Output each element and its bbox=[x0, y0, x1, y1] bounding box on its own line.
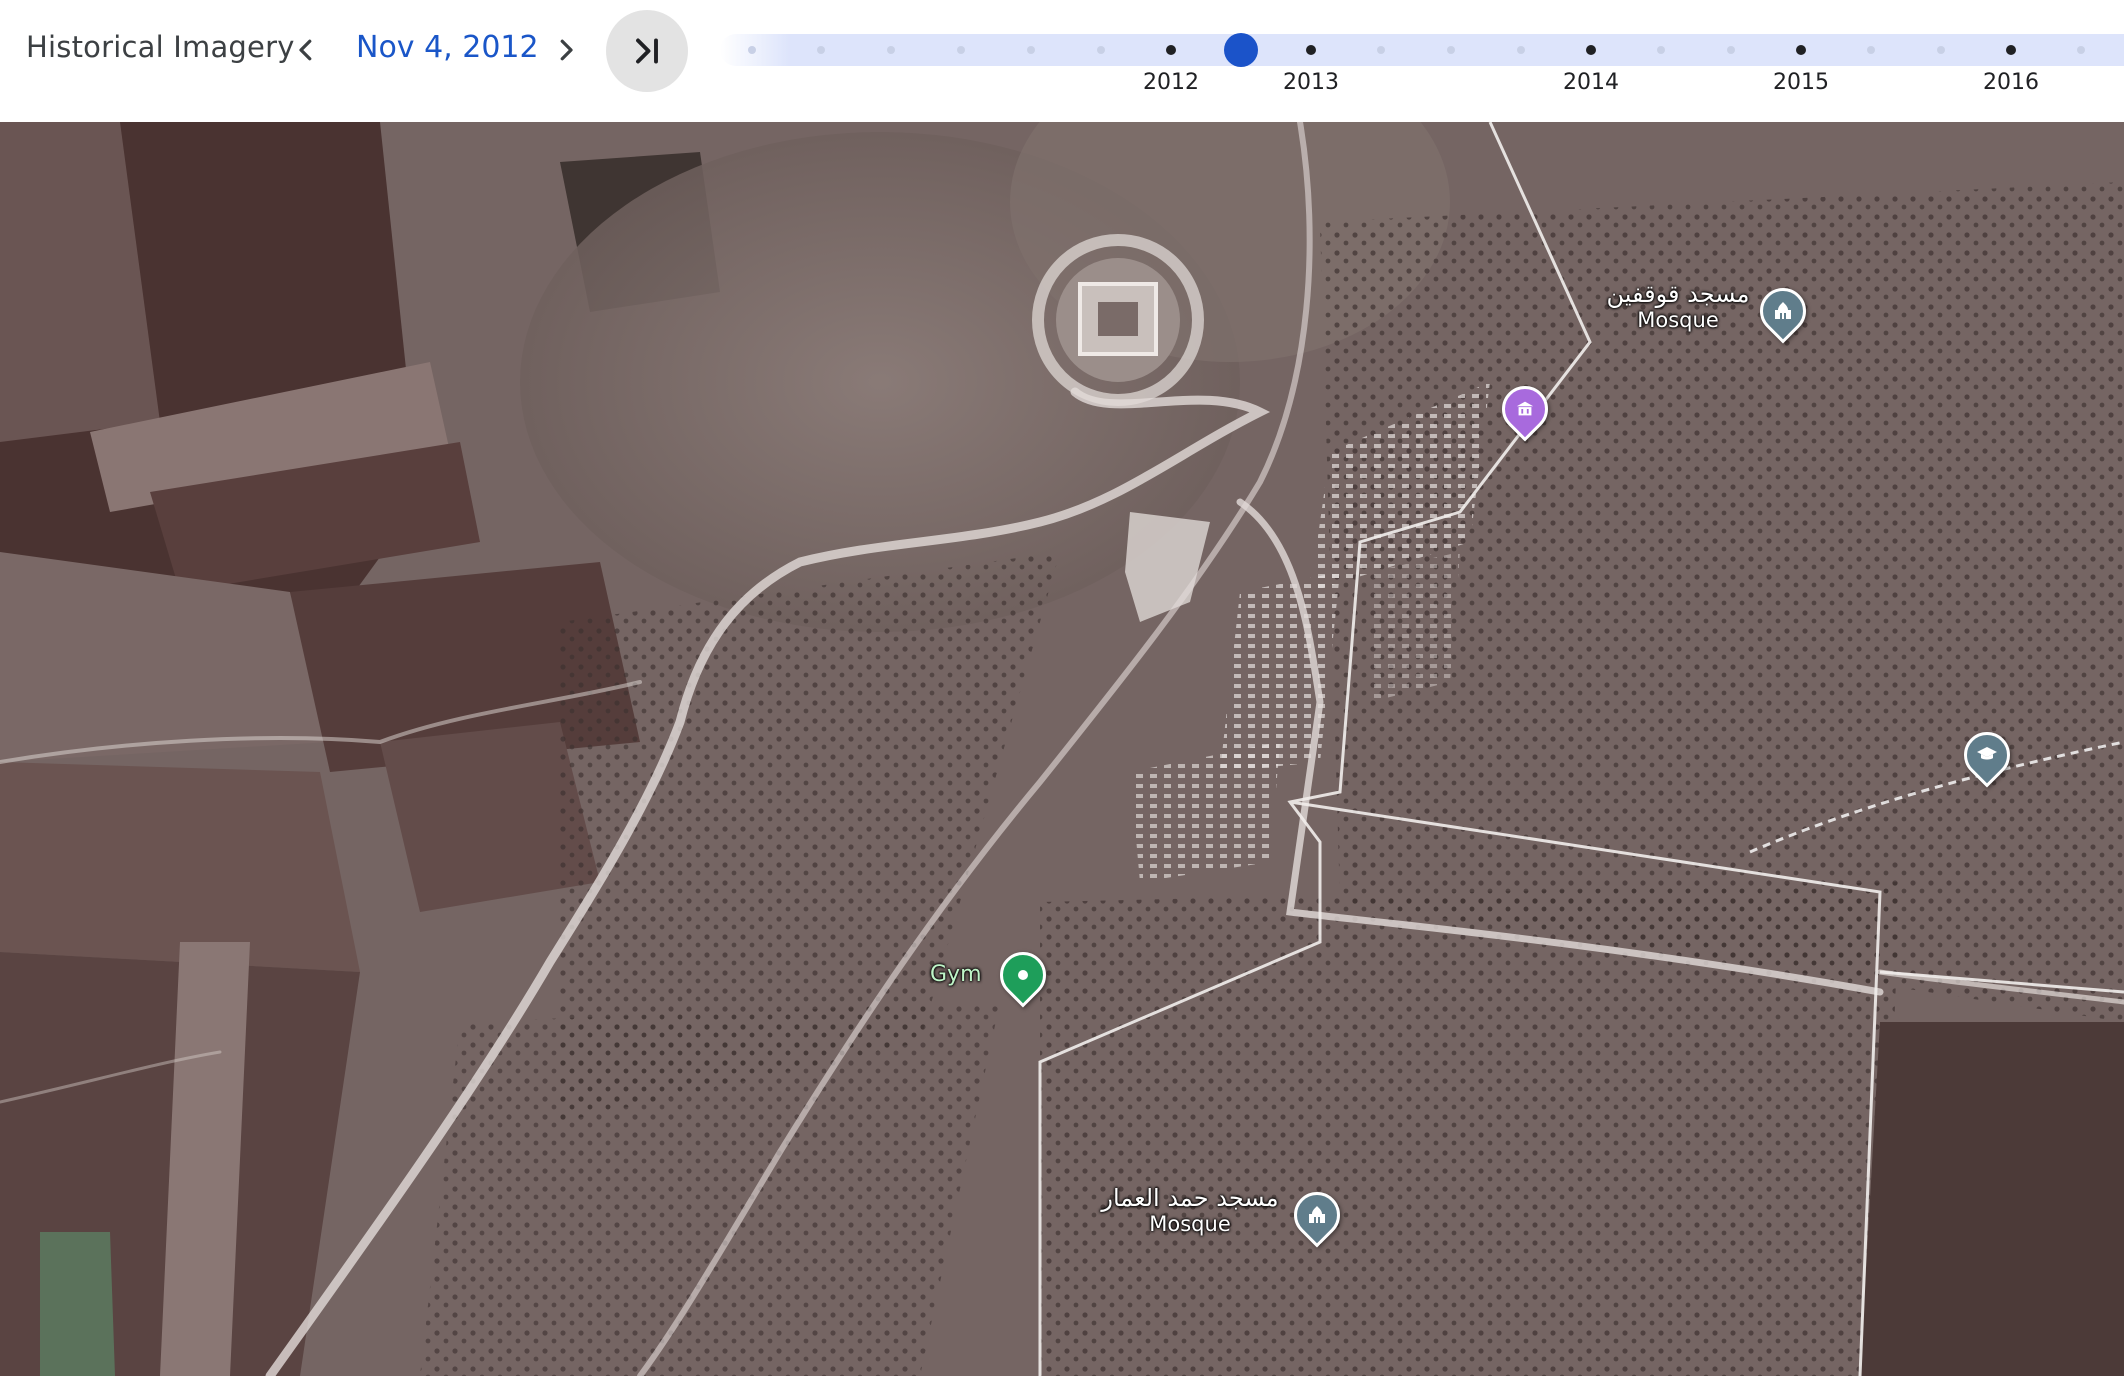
timeline-date-marker[interactable] bbox=[1447, 46, 1455, 54]
previous-date-button[interactable] bbox=[278, 22, 334, 78]
timeline-date-marker[interactable] bbox=[957, 46, 965, 54]
satellite-map[interactable]: مسجد قوقفين Mosque Gym مسجد حمد العمار M… bbox=[0, 122, 2124, 1376]
timeline-date-marker[interactable] bbox=[1377, 46, 1385, 54]
timeline-year-label: 2013 bbox=[1283, 70, 1339, 95]
historical-imagery-bar: Historical Imagery Nov 4, 2012 2012 2013… bbox=[0, 0, 2124, 122]
chevron-right-icon bbox=[560, 39, 573, 61]
timeline-year-label: 2015 bbox=[1773, 70, 1829, 95]
timeline-date-marker[interactable] bbox=[1937, 46, 1945, 54]
timeline-date-marker[interactable] bbox=[1027, 46, 1035, 54]
chevron-left-icon bbox=[299, 39, 312, 61]
timeline-year-label: 2014 bbox=[1563, 70, 1619, 95]
timeline-year-label: 2016 bbox=[1983, 70, 2039, 95]
poi-name: مسجد حمد العمار bbox=[1101, 1184, 1279, 1212]
timeline-year-marker[interactable] bbox=[1166, 45, 1176, 55]
skip-to-latest-button[interactable] bbox=[606, 10, 688, 92]
next-date-button[interactable] bbox=[538, 22, 594, 78]
timeline-selected-marker[interactable] bbox=[1224, 33, 1258, 67]
selected-date[interactable]: Nov 4, 2012 bbox=[356, 30, 539, 65]
timeline-date-marker[interactable] bbox=[748, 46, 756, 54]
poi-name: مسجد قوقفين bbox=[1606, 280, 1750, 308]
timeline-date-marker[interactable] bbox=[1657, 46, 1665, 54]
poi-name: Gym bbox=[930, 962, 982, 987]
timeline-year-marker[interactable] bbox=[2006, 45, 2016, 55]
timeline-date-marker[interactable] bbox=[1517, 46, 1525, 54]
timeline-year-marker[interactable] bbox=[1796, 45, 1806, 55]
timeline-year-marker[interactable] bbox=[1306, 45, 1316, 55]
timeline-date-marker[interactable] bbox=[1727, 46, 1735, 54]
skip-to-latest-icon bbox=[636, 38, 658, 64]
imagery-timeline[interactable] bbox=[720, 33, 2124, 67]
timeline-year-label: 2012 bbox=[1143, 70, 1199, 95]
timeline-date-marker[interactable] bbox=[1867, 46, 1875, 54]
poi-type: Mosque bbox=[1637, 308, 1719, 332]
timeline-date-marker[interactable] bbox=[887, 46, 895, 54]
timeline-date-marker[interactable] bbox=[817, 46, 825, 54]
panel-title: Historical Imagery bbox=[26, 30, 295, 64]
timeline-year-marker[interactable] bbox=[1586, 45, 1596, 55]
timeline-date-marker[interactable] bbox=[1097, 46, 1105, 54]
timeline-date-marker[interactable] bbox=[2077, 46, 2085, 54]
poi-type: Mosque bbox=[1149, 1212, 1231, 1236]
